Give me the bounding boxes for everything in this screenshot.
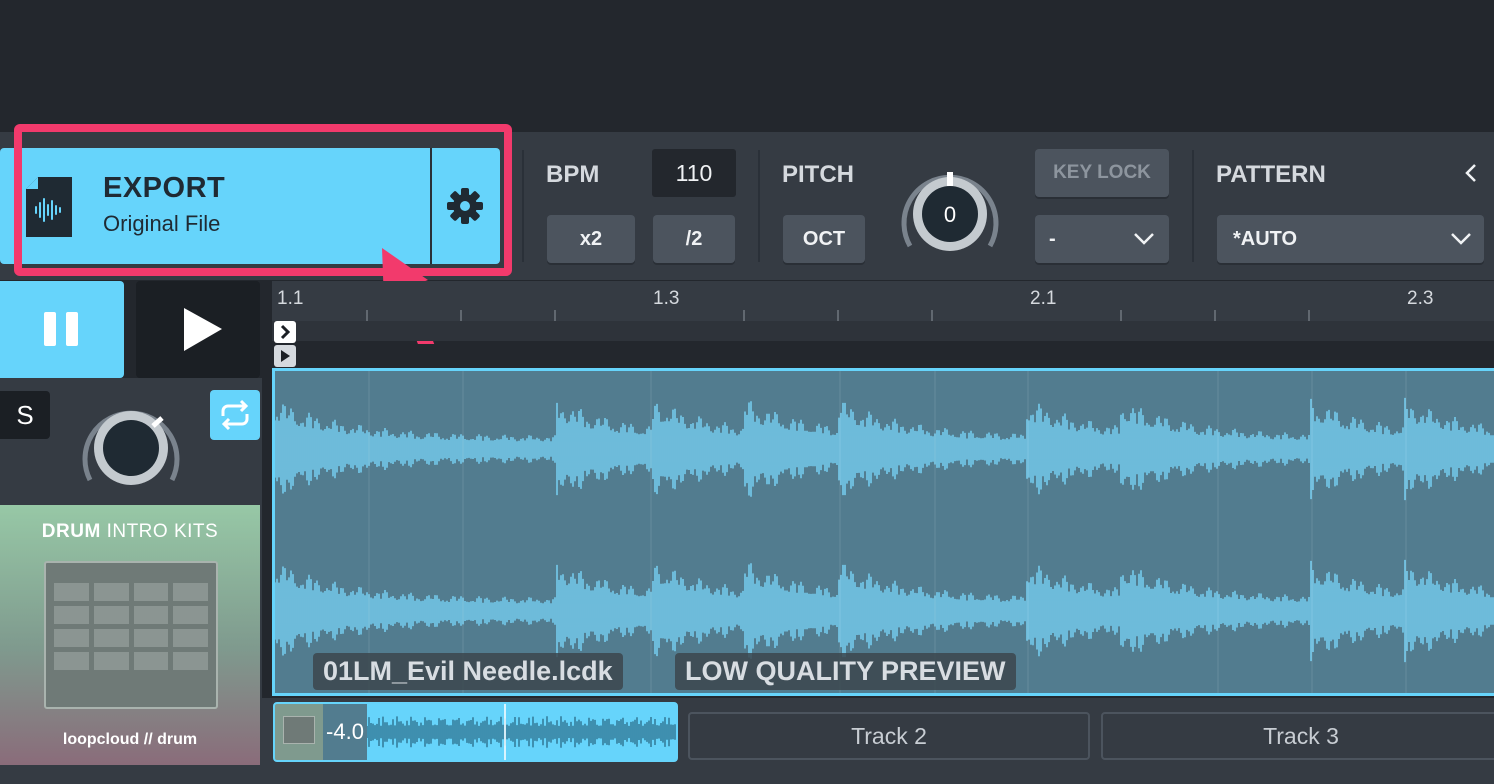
loop-button[interactable]	[210, 390, 260, 440]
pause-icon	[44, 312, 78, 346]
solo-button[interactable]: S	[0, 391, 50, 439]
track-1-thumbnail	[275, 704, 323, 760]
play-icon	[184, 308, 222, 351]
volume-knob-icon[interactable]	[78, 396, 184, 492]
loop-region-bar[interactable]	[272, 321, 1494, 341]
key-lock-button[interactable]: KEY LOCK	[1035, 149, 1169, 197]
separator	[522, 150, 524, 262]
pattern-select[interactable]: *AUTO	[1217, 215, 1484, 263]
pack-cover-image: DRUM INTRO KITS loopcloud // drum	[0, 505, 260, 765]
loop-icon	[221, 399, 249, 431]
quality-badge: LOW QUALITY PREVIEW	[675, 653, 1016, 690]
pause-button[interactable]	[0, 281, 124, 378]
play-button[interactable]	[136, 281, 260, 378]
chevron-down-icon	[1134, 233, 1154, 245]
cover-title: DRUM INTRO KITS	[0, 521, 260, 543]
cover-brand: loopcloud // drum	[62, 731, 198, 748]
cover-title-bold: DRUM	[41, 521, 101, 542]
separator	[1192, 150, 1194, 262]
playhead-bar[interactable]	[272, 344, 1494, 368]
waveform-display[interactable]	[272, 368, 1494, 696]
chevron-left-icon[interactable]	[1462, 162, 1480, 184]
pitch-knob-value: 0	[943, 202, 957, 227]
mini-waveform-path	[367, 716, 676, 748]
track-1-gain[interactable]: -4.0	[323, 704, 367, 760]
cover-device-graphic	[44, 561, 218, 709]
sample-filename: 01LM_Evil Needle.lcdk	[313, 653, 623, 690]
separator	[758, 150, 760, 262]
playhead-marker-icon[interactable]	[274, 345, 296, 367]
waveform-channel	[274, 397, 1494, 501]
chevron-down-icon	[1451, 233, 1471, 245]
track-2-slot[interactable]: Track 2	[688, 712, 1090, 760]
bpm-half-button[interactable]: /2	[653, 215, 735, 263]
pitch-label: PITCH	[782, 161, 854, 188]
bpm-double-button[interactable]: x2	[547, 215, 635, 263]
top-bar	[0, 0, 1494, 132]
octave-button[interactable]: OCT	[783, 215, 865, 263]
pattern-select-value: *AUTO	[1233, 227, 1298, 250]
track-1-slot[interactable]: -4.0	[273, 702, 678, 762]
pattern-label: PATTERN	[1216, 161, 1326, 188]
waveform-graphic	[274, 371, 1494, 693]
waveform-channel	[274, 559, 1494, 663]
key-select-value: -	[1049, 227, 1056, 250]
bpm-value-field[interactable]: 110	[652, 149, 736, 197]
track-3-slot[interactable]: Track 3	[1101, 712, 1494, 760]
track-1-mini-waveform	[367, 704, 676, 760]
cover-title-rest: INTRO KITS	[100, 521, 219, 542]
bpm-label: BPM	[546, 161, 600, 188]
ruler-ticks	[366, 310, 1310, 321]
chevron-right-icon[interactable]	[274, 321, 296, 343]
